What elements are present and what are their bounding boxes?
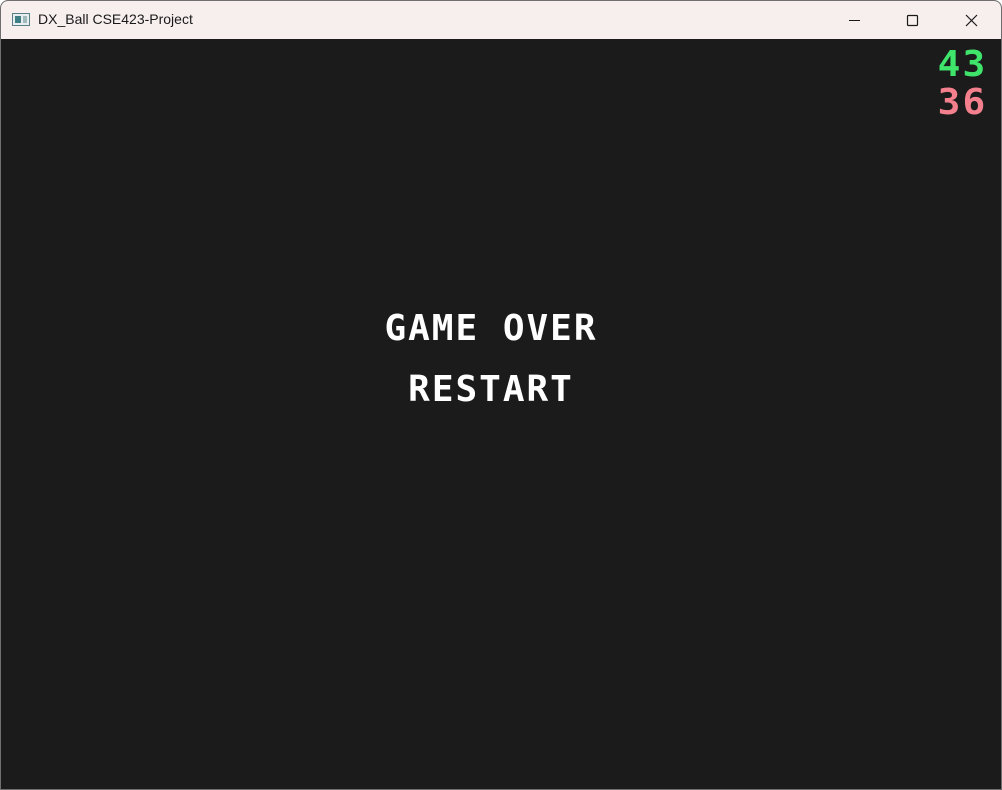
window-title: DX_Ball CSE423-Project — [38, 11, 193, 27]
restart-button[interactable]: RESTART — [1, 370, 991, 410]
minimize-button[interactable] — [825, 1, 883, 39]
maximize-icon — [906, 14, 919, 27]
close-button[interactable] — [942, 1, 1000, 39]
game-over-label: GAME OVER — [384, 308, 598, 349]
title-bar[interactable]: DX_Ball CSE423-Project — [1, 1, 1001, 39]
game-canvas[interactable]: 43 36 GAME OVER RESTART — [1, 39, 1001, 789]
maximize-button[interactable] — [883, 1, 941, 39]
secondary-counter: 36 — [937, 82, 987, 123]
score-counter: 43 — [937, 44, 987, 85]
close-icon — [965, 14, 978, 27]
game-window: DX_Ball CSE423-Project 43 36 GAME OVER R… — [0, 0, 1002, 790]
minimize-icon — [849, 20, 860, 21]
app-window-icon — [12, 13, 30, 26]
